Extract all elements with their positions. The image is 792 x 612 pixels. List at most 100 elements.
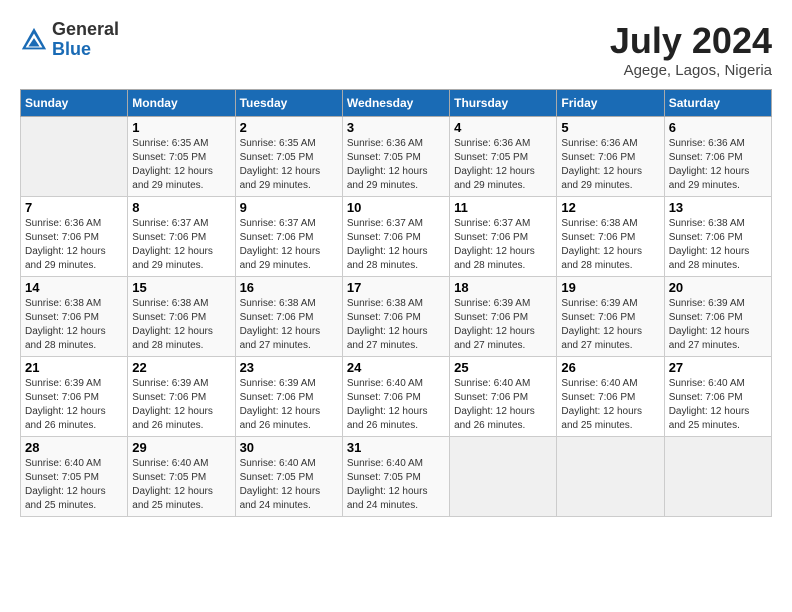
calendar-cell: 12Sunrise: 6:38 AM Sunset: 7:06 PM Dayli…: [557, 197, 664, 277]
day-number: 24: [347, 360, 445, 375]
calendar-cell: 29Sunrise: 6:40 AM Sunset: 7:05 PM Dayli…: [128, 437, 235, 517]
calendar-cell: 23 Sunrise: 6:39 AM Sunset: 7:06 PM Dayli…: [235, 357, 342, 437]
calendar-header-row: SundayMondayTuesdayWednesdayThursdayFrid…: [21, 90, 772, 117]
day-number: 11: [454, 200, 552, 215]
calendar-cell: 3 Sunrise: 6:36 AM Sunset: 7:05 PM Daylig…: [342, 117, 449, 197]
calendar-cell: 4 Sunrise: 6:36 AM Sunset: 7:05 PM Daylig…: [450, 117, 557, 197]
day-info: Sunrise: 6:39 AM Sunset: 7:06 PM Dayligh…: [669, 297, 767, 353]
calendar-cell: 22Sunrise: 6:39 AM Sunset: 7:06 PM Dayli…: [128, 357, 235, 437]
day-info: Sunrise: 6:36 AM Sunset: 7:06 PM Dayligh…: [669, 137, 767, 193]
calendar-cell: 6 Sunrise: 6:36 AM Sunset: 7:06 PM Daylig…: [664, 117, 771, 197]
day-number: 5: [561, 120, 659, 135]
day-info: Sunrise: 6:38 AM Sunset: 7:06 PM Dayligh…: [669, 217, 767, 273]
day-info: Sunrise: 6:38 AM Sunset: 7:06 PM Dayligh…: [25, 297, 123, 353]
day-info: Sunrise: 6:38 AM Sunset: 7:06 PM Dayligh…: [561, 217, 659, 273]
calendar-week-row: 7Sunrise: 6:36 AM Sunset: 7:06 PM Daylig…: [21, 197, 772, 277]
calendar-cell: 17 Sunrise: 6:38 AM Sunset: 7:06 PM Dayli…: [342, 277, 449, 357]
day-number: 16: [240, 280, 338, 295]
logo: General Blue: [20, 20, 119, 60]
day-info: Sunrise: 6:39 AM Sunset: 7:06 PM Dayligh…: [132, 377, 230, 433]
calendar-cell: [21, 117, 128, 197]
calendar-cell: 31 Sunrise: 6:40 AM Sunset: 7:05 PM Dayli…: [342, 437, 449, 517]
calendar-cell: 27 Sunrise: 6:40 AM Sunset: 7:06 PM Dayli…: [664, 357, 771, 437]
title-section: July 2024 Agege, Lagos, Nigeria: [610, 20, 772, 79]
logo-icon: [20, 26, 48, 54]
day-number: 3: [347, 120, 445, 135]
day-number: 27: [669, 360, 767, 375]
calendar-cell: 18 Sunrise: 6:39 AM Sunset: 7:06 PM Dayli…: [450, 277, 557, 357]
calendar-cell: [557, 437, 664, 517]
calendar-day-header: Thursday: [450, 90, 557, 117]
calendar-cell: 25 Sunrise: 6:40 AM Sunset: 7:06 PM Dayli…: [450, 357, 557, 437]
calendar-cell: 21 Sunrise: 6:39 AM Sunset: 7:06 PM Dayli…: [21, 357, 128, 437]
calendar-cell: 14 Sunrise: 6:38 AM Sunset: 7:06 PM Dayli…: [21, 277, 128, 357]
calendar-day-header: Saturday: [664, 90, 771, 117]
day-number: 2: [240, 120, 338, 135]
calendar-cell: 10 Sunrise: 6:37 AM Sunset: 7:06 PM Dayli…: [342, 197, 449, 277]
day-number: 18: [454, 280, 552, 295]
location-subtitle: Agege, Lagos, Nigeria: [610, 62, 772, 79]
day-info: Sunrise: 6:39 AM Sunset: 7:06 PM Dayligh…: [25, 377, 123, 433]
day-number: 10: [347, 200, 445, 215]
day-info: Sunrise: 6:38 AM Sunset: 7:06 PM Dayligh…: [347, 297, 445, 353]
day-number: 25: [454, 360, 552, 375]
day-number: 7: [25, 200, 123, 215]
day-info: Sunrise: 6:40 AM Sunset: 7:06 PM Dayligh…: [454, 377, 552, 433]
day-info: Sunrise: 6:40 AM Sunset: 7:05 PM Dayligh…: [347, 457, 445, 513]
calendar-cell: 15 Sunrise: 6:38 AM Sunset: 7:06 PM Dayli…: [128, 277, 235, 357]
month-year-title: July 2024: [610, 20, 772, 62]
calendar-week-row: 14 Sunrise: 6:38 AM Sunset: 7:06 PM Dayli…: [21, 277, 772, 357]
day-number: 1: [132, 120, 230, 135]
day-info: Sunrise: 6:39 AM Sunset: 7:06 PM Dayligh…: [561, 297, 659, 353]
page-header: General Blue July 2024 Agege, Lagos, Nig…: [20, 20, 772, 79]
calendar-cell: 20 Sunrise: 6:39 AM Sunset: 7:06 PM Dayli…: [664, 277, 771, 357]
calendar-cell: 7Sunrise: 6:36 AM Sunset: 7:06 PM Daylig…: [21, 197, 128, 277]
day-info: Sunrise: 6:38 AM Sunset: 7:06 PM Dayligh…: [240, 297, 338, 353]
calendar-table: SundayMondayTuesdayWednesdayThursdayFrid…: [20, 89, 772, 517]
day-number: 31: [347, 440, 445, 455]
calendar-cell: 13 Sunrise: 6:38 AM Sunset: 7:06 PM Dayli…: [664, 197, 771, 277]
logo-text: General Blue: [52, 20, 119, 60]
day-info: Sunrise: 6:36 AM Sunset: 7:05 PM Dayligh…: [347, 137, 445, 193]
day-info: Sunrise: 6:37 AM Sunset: 7:06 PM Dayligh…: [454, 217, 552, 273]
calendar-cell: 19 Sunrise: 6:39 AM Sunset: 7:06 PM Dayli…: [557, 277, 664, 357]
calendar-cell: 26 Sunrise: 6:40 AM Sunset: 7:06 PM Dayli…: [557, 357, 664, 437]
calendar-cell: 9Sunrise: 6:37 AM Sunset: 7:06 PM Daylig…: [235, 197, 342, 277]
day-number: 14: [25, 280, 123, 295]
day-info: Sunrise: 6:40 AM Sunset: 7:06 PM Dayligh…: [669, 377, 767, 433]
day-info: Sunrise: 6:40 AM Sunset: 7:05 PM Dayligh…: [132, 457, 230, 513]
day-number: 4: [454, 120, 552, 135]
calendar-cell: [450, 437, 557, 517]
day-number: 23: [240, 360, 338, 375]
day-info: Sunrise: 6:38 AM Sunset: 7:06 PM Dayligh…: [132, 297, 230, 353]
day-info: Sunrise: 6:35 AM Sunset: 7:05 PM Dayligh…: [132, 137, 230, 193]
calendar-day-header: Wednesday: [342, 90, 449, 117]
day-number: 9: [240, 200, 338, 215]
day-number: 17: [347, 280, 445, 295]
calendar-cell: 16 Sunrise: 6:38 AM Sunset: 7:06 PM Dayli…: [235, 277, 342, 357]
day-number: 19: [561, 280, 659, 295]
day-number: 15: [132, 280, 230, 295]
day-info: Sunrise: 6:39 AM Sunset: 7:06 PM Dayligh…: [240, 377, 338, 433]
day-number: 6: [669, 120, 767, 135]
calendar-day-header: Tuesday: [235, 90, 342, 117]
day-number: 8: [132, 200, 230, 215]
day-number: 20: [669, 280, 767, 295]
day-info: Sunrise: 6:39 AM Sunset: 7:06 PM Dayligh…: [454, 297, 552, 353]
day-info: Sunrise: 6:40 AM Sunset: 7:06 PM Dayligh…: [561, 377, 659, 433]
calendar-cell: 24Sunrise: 6:40 AM Sunset: 7:06 PM Dayli…: [342, 357, 449, 437]
day-info: Sunrise: 6:35 AM Sunset: 7:05 PM Dayligh…: [240, 137, 338, 193]
day-number: 21: [25, 360, 123, 375]
calendar-week-row: 21 Sunrise: 6:39 AM Sunset: 7:06 PM Dayli…: [21, 357, 772, 437]
day-info: Sunrise: 6:36 AM Sunset: 7:06 PM Dayligh…: [561, 137, 659, 193]
day-info: Sunrise: 6:40 AM Sunset: 7:05 PM Dayligh…: [240, 457, 338, 513]
calendar-cell: 8 Sunrise: 6:37 AM Sunset: 7:06 PM Daylig…: [128, 197, 235, 277]
day-number: 30: [240, 440, 338, 455]
day-number: 26: [561, 360, 659, 375]
calendar-cell: 1 Sunrise: 6:35 AM Sunset: 7:05 PM Daylig…: [128, 117, 235, 197]
calendar-day-header: Sunday: [21, 90, 128, 117]
day-info: Sunrise: 6:37 AM Sunset: 7:06 PM Dayligh…: [347, 217, 445, 273]
day-number: 13: [669, 200, 767, 215]
day-info: Sunrise: 6:36 AM Sunset: 7:05 PM Dayligh…: [454, 137, 552, 193]
day-info: Sunrise: 6:37 AM Sunset: 7:06 PM Dayligh…: [132, 217, 230, 273]
